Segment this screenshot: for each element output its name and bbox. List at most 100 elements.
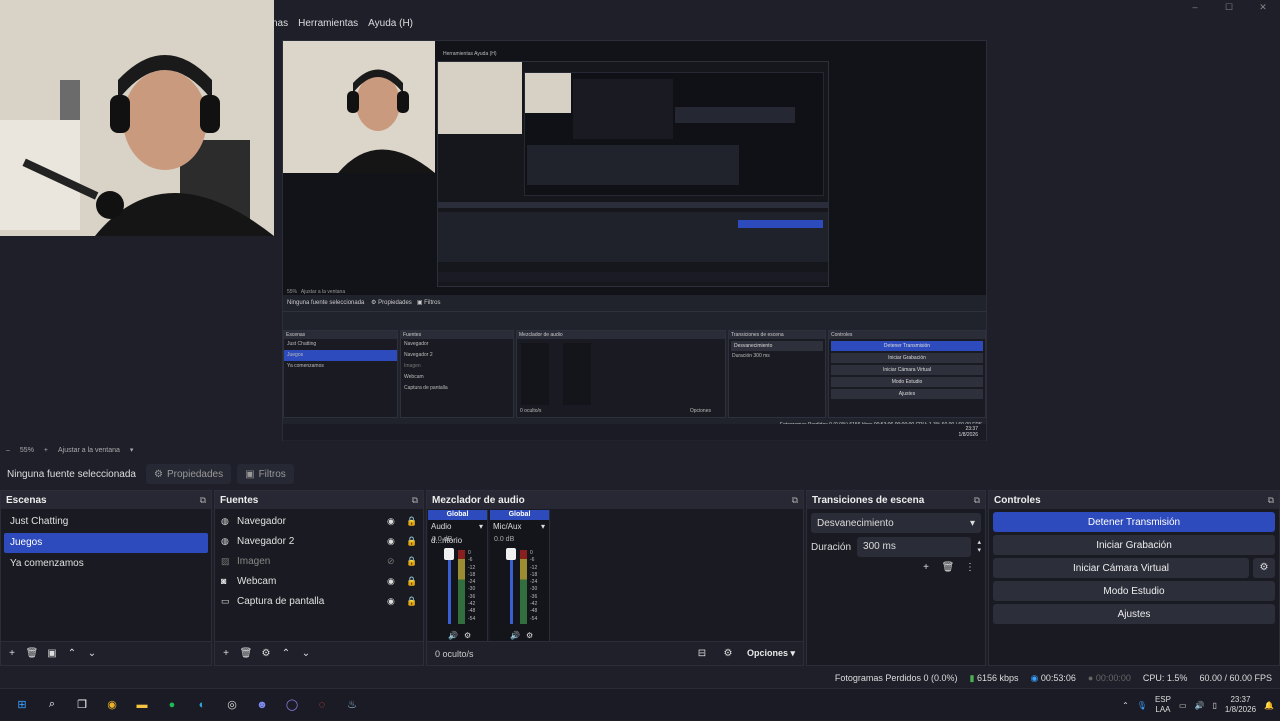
- spotify-icon[interactable]: ●: [162, 695, 182, 715]
- close-button[interactable]: ✕: [1246, 0, 1280, 14]
- undock-icon[interactable]: ⧉: [412, 495, 418, 506]
- notification-icon[interactable]: 🔔: [1264, 701, 1274, 710]
- eye-icon[interactable]: ◉: [387, 516, 395, 527]
- scene-item-juegos[interactable]: Juegos: [4, 533, 208, 553]
- trash-icon[interactable]: 🗑: [25, 647, 39, 661]
- menu-item-ayuda[interactable]: Ayuda (H): [368, 18, 413, 29]
- start-recording-button[interactable]: Iniciar Grabación: [993, 535, 1275, 555]
- source-item-navegador-2[interactable]: ◍ Navegador 2 ◉ 🔒: [215, 531, 423, 551]
- obs-icon[interactable]: ◎: [222, 695, 242, 715]
- options-button[interactable]: Opciones ▾: [747, 648, 795, 659]
- lock-icon[interactable]: 🔒: [406, 536, 417, 547]
- chevron-down-icon[interactable]: ▾: [479, 520, 483, 534]
- file-explorer-icon[interactable]: ▬: [132, 695, 152, 715]
- settings-button[interactable]: Ajustes: [993, 604, 1275, 624]
- gear-icon[interactable]: ⚙: [259, 647, 273, 661]
- speaker-icon[interactable]: 🔊: [510, 631, 520, 640]
- menu-item-ventanas[interactable]: nas: [272, 18, 288, 29]
- duration-input[interactable]: 300 ms: [857, 537, 972, 557]
- start-virtual-camera-button[interactable]: Iniciar Cámara Virtual: [993, 558, 1249, 578]
- add-transition-button[interactable]: +: [919, 561, 933, 575]
- chevron-down-icon[interactable]: ▾: [541, 520, 545, 534]
- move-up-icon[interactable]: ⌃: [65, 647, 79, 661]
- studio-mode-button[interactable]: Modo Estudio: [993, 581, 1275, 601]
- trash-icon[interactable]: 🗑: [239, 647, 253, 661]
- battery-icon[interactable]: ▯: [1212, 701, 1216, 710]
- zoom-out-button[interactable]: –: [6, 447, 10, 454]
- source-item-imagen[interactable]: ▨ Imagen ⊘ 🔒: [215, 551, 423, 571]
- app-ring-icon[interactable]: ◯: [282, 695, 302, 715]
- trash-icon[interactable]: 🗑: [941, 561, 955, 575]
- network-icon[interactable]: ▭: [1179, 701, 1187, 710]
- windows-start-icon[interactable]: ⊞: [12, 695, 32, 715]
- transitions-dock: Transiciones de escena ⧉ Desvanecimiento ▾…: [806, 490, 986, 666]
- globe-icon: ◍: [221, 535, 229, 546]
- chevron-up-icon[interactable]: ⌃: [1122, 701, 1129, 710]
- clock[interactable]: 23:37 1/8/2026: [1225, 695, 1256, 715]
- gear-icon[interactable]: ⚙: [1253, 558, 1275, 578]
- channel-name: Mic/Aux: [493, 522, 522, 531]
- discord-icon[interactable]: ☻: [252, 695, 272, 715]
- advanced-audio-icon[interactable]: ⚙: [721, 647, 735, 661]
- nested-screen: [437, 61, 829, 287]
- eye-icon[interactable]: ◉: [387, 536, 395, 547]
- source-item-navegador[interactable]: ◍ Navegador ◉ 🔒: [215, 511, 423, 531]
- global-badge: Global: [490, 510, 549, 520]
- transition-select[interactable]: Desvanecimiento ▾: [811, 513, 981, 533]
- move-down-icon[interactable]: ⌄: [85, 647, 99, 661]
- properties-button[interactable]: ⚙ Propiedades: [146, 464, 232, 484]
- gear-icon[interactable]: ⚙: [464, 631, 471, 640]
- speaker-icon[interactable]: 🔊: [448, 631, 458, 640]
- microphone-icon[interactable]: 🎙: [1137, 701, 1147, 710]
- gear-icon[interactable]: ⚙: [526, 631, 533, 640]
- source-item-webcam[interactable]: ◙ Webcam ◉ 🔒: [215, 571, 423, 591]
- undock-icon[interactable]: ⧉: [200, 495, 206, 506]
- minimize-button[interactable]: –: [1178, 0, 1212, 14]
- add-source-button[interactable]: +: [219, 647, 233, 661]
- eye-icon[interactable]: ◉: [387, 596, 395, 607]
- volume-fader-knob[interactable]: [506, 548, 516, 560]
- scene-item-just-chatting[interactable]: Just Chatting: [4, 512, 208, 532]
- lock-icon[interactable]: 🔒: [406, 596, 417, 607]
- chrome-icon[interactable]: ◉: [102, 695, 122, 715]
- eye-hidden-icon[interactable]: ⊘: [387, 556, 395, 567]
- eye-icon[interactable]: ◉: [387, 576, 395, 587]
- layout-icon[interactable]: ⊟: [695, 647, 709, 661]
- volume-fader-track[interactable]: [448, 550, 451, 624]
- main-menu: nas Herramientas Ayuda (H): [272, 18, 413, 29]
- chevron-down-icon[interactable]: ▾: [130, 446, 134, 454]
- task-view-icon[interactable]: ❐: [72, 695, 92, 715]
- language-indicator[interactable]: ESP LAA: [1155, 695, 1171, 715]
- lock-icon[interactable]: 🔒: [406, 516, 417, 527]
- lock-icon[interactable]: 🔒: [406, 556, 417, 567]
- move-up-icon[interactable]: ⌃: [279, 647, 293, 661]
- volume-icon[interactable]: 🔊: [1195, 701, 1205, 710]
- stop-stream-button[interactable]: Detener Transmisión: [993, 512, 1275, 532]
- zoom-in-button[interactable]: +: [44, 447, 48, 454]
- menu-item-herramientas[interactable]: Herramientas: [298, 18, 358, 29]
- filters-button[interactable]: ▣ Filtros: [237, 464, 294, 484]
- search-icon[interactable]: ⌕: [42, 695, 62, 715]
- scenes-dock: Escenas ⧉ Just Chatting Juegos Ya comenza…: [0, 490, 212, 666]
- source-item-captura[interactable]: ▭ Captura de pantalla ◉ 🔒: [215, 591, 423, 611]
- scenes-title: Escenas: [6, 494, 47, 506]
- scene-item-ya-comenzamos[interactable]: Ya comenzamos: [4, 554, 208, 574]
- add-scene-button[interactable]: +: [5, 647, 19, 661]
- undock-icon[interactable]: ⧉: [792, 495, 798, 506]
- edge-icon[interactable]: ◐: [192, 695, 212, 715]
- steam-icon[interactable]: ♨: [342, 695, 362, 715]
- undock-icon[interactable]: ⧉: [974, 495, 980, 506]
- undock-icon[interactable]: ⧉: [1268, 495, 1274, 506]
- audio-mixer-dock: Mezclador de audio ⧉ Global Audio d...rit…: [426, 490, 804, 666]
- filter-icon[interactable]: ▣: [45, 647, 59, 661]
- maximize-button[interactable]: ☐: [1212, 0, 1246, 14]
- duration-stepper[interactable]: ▴ ▾: [977, 539, 981, 555]
- chevron-down-icon: ▾: [969, 517, 975, 529]
- volume-fader-knob[interactable]: [444, 548, 454, 560]
- hidden-count: 0 oculto/s: [435, 648, 474, 659]
- volume-fader-track[interactable]: [510, 550, 513, 624]
- lock-icon[interactable]: 🔒: [406, 576, 417, 587]
- more-icon[interactable]: ⋮: [963, 561, 977, 575]
- move-down-icon[interactable]: ⌄: [299, 647, 313, 661]
- app-record-icon[interactable]: ◌: [312, 695, 332, 715]
